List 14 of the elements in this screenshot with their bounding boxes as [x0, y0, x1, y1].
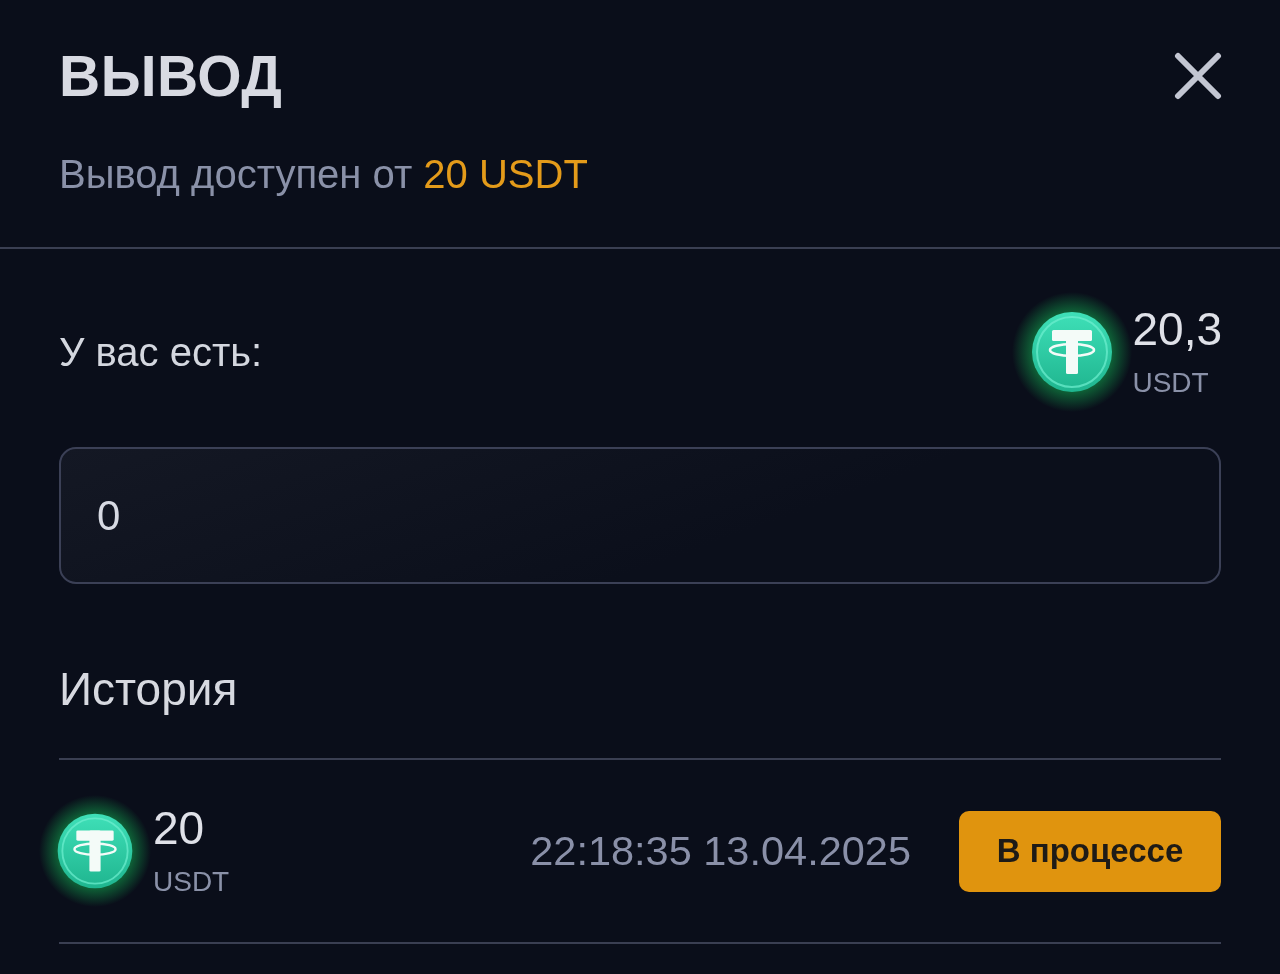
coin-icon: [39, 795, 151, 907]
dialog-title: ВЫВОД: [59, 46, 283, 106]
amount-input-field[interactable]: 0: [59, 447, 1221, 584]
balance-label: У вас есть:: [59, 329, 263, 375]
status-badge: В процессе: [959, 810, 1221, 892]
history-amount: 20: [153, 803, 205, 853]
coin-icon: [1012, 292, 1133, 412]
close-button[interactable]: [1174, 52, 1222, 100]
minimum-withdrawal-text: Вывод доступен от 20 USDT: [59, 154, 588, 194]
balance-currency: USDT: [1132, 366, 1209, 400]
balance-amount: 20,3: [1132, 304, 1222, 354]
history-currency: USDT: [153, 865, 230, 899]
history-timestamp: 22:18:35 13.04.2025: [530, 827, 911, 875]
close-icon: [1174, 52, 1222, 100]
